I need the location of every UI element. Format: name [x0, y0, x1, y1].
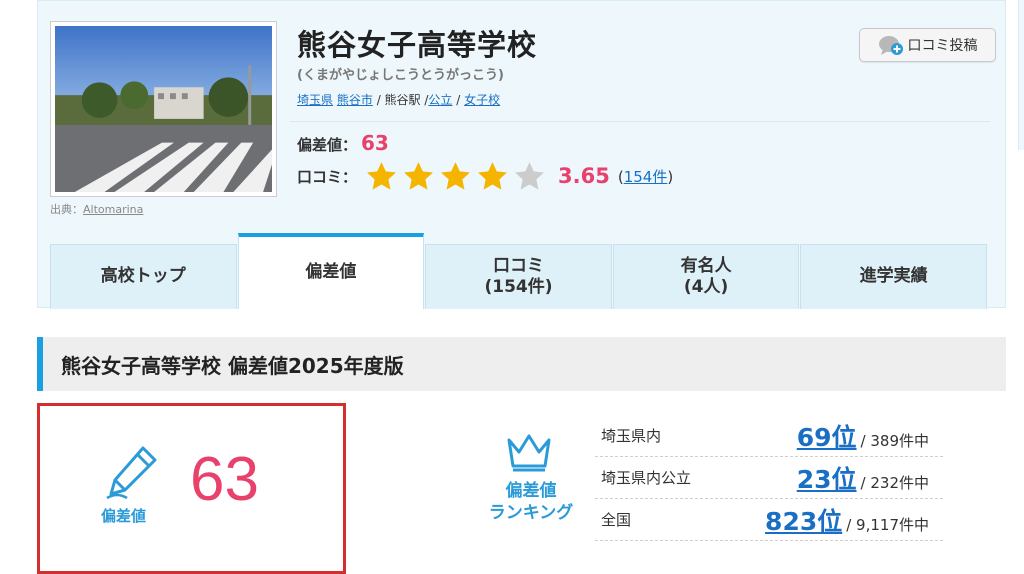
tab-label: 偏差値 [305, 262, 357, 283]
breadcrumb-station: 熊谷駅 [384, 93, 421, 107]
summary-review: 口コミ： 3.65 (154件) [297, 159, 673, 193]
school-photo [50, 21, 277, 197]
breadcrumb-type[interactable]: 公立 [428, 93, 452, 107]
breadcrumb-gender[interactable]: 女子校 [464, 93, 500, 107]
tab-deviation[interactable]: 偏差値 [237, 233, 425, 309]
tab-top[interactable]: 高校トップ [50, 244, 237, 309]
star-filled-icon [441, 161, 470, 190]
tab-label: 有名人 [680, 255, 732, 276]
crown-icon [507, 434, 551, 472]
ranking-label-line2: ランキング [488, 503, 574, 524]
tab-label: 口コミ [492, 255, 544, 276]
school-kana: (くまがやじょしこうとうがっこう) [297, 68, 504, 83]
summary-deviation-value: 63 [361, 131, 389, 155]
breadcrumb: 埼玉県 熊谷市 / 熊谷駅 /公立 / 女子校 [297, 91, 500, 108]
deviation-highlight-box: 偏差値 63 [37, 403, 346, 574]
adjacent-panel-edge [1018, 0, 1024, 150]
ranking-row: 全国 823位 / 9,117件中 [595, 499, 943, 541]
post-review-label: 口コミ投稿 [907, 38, 978, 54]
ranking-region: 全国 [601, 511, 632, 529]
deviation-box-value: 63 [190, 445, 259, 514]
summary-review-label: 口コミ： [297, 167, 358, 186]
breadcrumb-separator: / [452, 93, 465, 107]
photo-credit-link[interactable]: Altomarina [83, 203, 143, 216]
breadcrumb-prefecture[interactable]: 埼玉県 [297, 93, 333, 107]
breadcrumb-separator: / [376, 93, 385, 107]
post-review-button[interactable]: 口コミ投稿 [859, 28, 996, 62]
tab-sublabel: (154件) [484, 277, 553, 297]
rating-stars [365, 160, 546, 193]
tab-sublabel: (4人) [683, 277, 729, 297]
tab-celebrities[interactable]: 有名人 (4人) [612, 244, 800, 309]
star-empty-icon [515, 161, 544, 190]
tab-label: 高校トップ [100, 266, 186, 287]
pencil-icon [106, 446, 157, 500]
photo-credit-prefix: 出典： [50, 203, 83, 216]
deviation-box-label: 偏差値 [101, 507, 147, 525]
ranking-position-link[interactable]: 823位 [765, 502, 842, 538]
tab-reviews[interactable]: 口コミ (154件) [425, 244, 612, 309]
header-divider [290, 121, 990, 122]
ranking-total: / 389件中 [860, 431, 929, 450]
ranking-region: 埼玉県内 [601, 427, 662, 445]
ranking-row: 埼玉県内公立 23位 / 232件中 [595, 457, 943, 499]
review-count: (154件) [618, 166, 673, 187]
photo-credit: 出典：Altomarina [50, 201, 143, 217]
ranking-position-link[interactable]: 69位 [797, 418, 857, 454]
ranking-region: 埼玉県内公立 [601, 469, 692, 487]
school-name: 熊谷女子高等学校 [297, 28, 538, 62]
ranking-row: 埼玉県内 69位 / 389件中 [595, 415, 943, 457]
star-filled-icon [478, 161, 507, 190]
ranking-label: 偏差値 ランキング [481, 480, 581, 524]
ranking-total: / 232件中 [860, 473, 929, 492]
review-score: 3.65 [558, 164, 610, 188]
tab-label: 進学実績 [859, 266, 928, 287]
tab-admissions[interactable]: 進学実績 [800, 244, 987, 309]
ranking-position-link[interactable]: 23位 [797, 460, 857, 496]
school-tabs: 高校トップ 偏差値 口コミ (154件) 有名人 (4人) 進学実績 [50, 233, 988, 309]
summary-deviation: 偏差値： 63 [297, 131, 389, 155]
ranking-table: 埼玉県内 69位 / 389件中 埼玉県内公立 23位 / 232件中 全国 8… [595, 415, 943, 541]
review-count-link[interactable]: 154件 [624, 168, 668, 186]
review-count-close: ) [667, 167, 674, 186]
star-filled-icon [404, 161, 433, 190]
star-filled-icon [367, 161, 396, 190]
ranking-total: / 9,117件中 [846, 515, 929, 534]
section-heading: 熊谷女子高等学校 偏差値2025年度版 [37, 337, 1006, 391]
speech-bubble-plus-icon [878, 36, 903, 55]
summary-deviation-label: 偏差値： [297, 136, 358, 154]
breadcrumb-city[interactable]: 熊谷市 [337, 93, 373, 107]
ranking-label-line1: 偏差値 [505, 481, 557, 501]
